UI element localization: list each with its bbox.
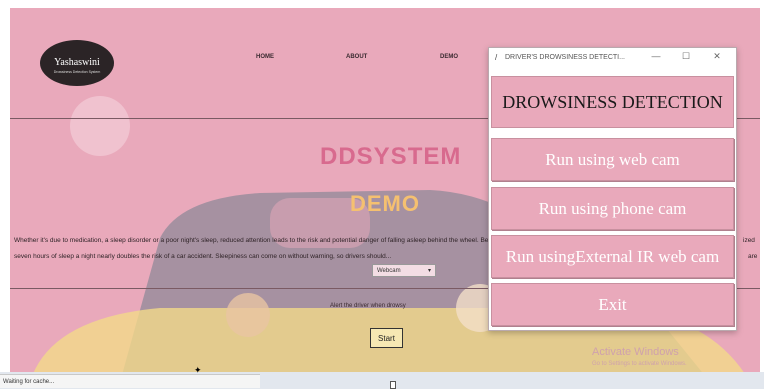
maximize-button[interactable]: ☐ (679, 51, 693, 62)
instruction-text: Alert the driver when drowsy (330, 303, 406, 309)
start-button[interactable]: Start (370, 328, 403, 348)
run-ir-web-cam-button[interactable]: Run usingExternal IR web cam (491, 235, 734, 278)
run-phone-cam-button[interactable]: Run using phone cam (491, 187, 734, 230)
nav-home[interactable]: HOME (256, 54, 274, 60)
run-web-cam-button[interactable]: Run using web cam (491, 138, 734, 181)
camera-select[interactable]: Webcam ▾ (372, 264, 436, 277)
car-wheel-left (226, 293, 270, 337)
logo-tagline: Drowsiness Detection System (53, 70, 101, 74)
minimize-button[interactable]: — (649, 51, 663, 61)
activate-windows-subtitle: Go to Settings to activate Windows. (592, 361, 687, 367)
bg-circle (70, 96, 130, 156)
browser-status-bar: Waiting for cache... (0, 374, 260, 388)
mouse-cursor-icon: ✦ (194, 365, 202, 375)
paragraph-tail-2: are (748, 253, 758, 260)
close-button[interactable]: ✕ (710, 51, 724, 62)
page-subtitle: DEMO (350, 191, 420, 216)
nav-demo[interactable]: DEMO (440, 54, 458, 60)
logo-name: Yashaswini (54, 57, 100, 68)
camera-select-value: Webcam (377, 268, 401, 274)
window-titlebar[interactable]: / DRIVER'S DROWSINESS DETECTI... — ☐ ✕ (489, 48, 736, 68)
activate-windows-title: Activate Windows (592, 346, 679, 358)
site-logo[interactable]: Yashaswini Drowsiness Detection System (40, 40, 114, 86)
page-title: DDSYSTEM (320, 143, 462, 170)
paragraph-tail-1: ized (743, 237, 755, 244)
taskbar-item[interactable] (390, 381, 396, 389)
chevron-down-icon: ▾ (427, 268, 431, 274)
feather-icon: / (495, 53, 498, 62)
window-title: DRIVER'S DROWSINESS DETECTI... (505, 54, 625, 61)
exit-button[interactable]: Exit (491, 283, 734, 326)
app-heading: DROWSINESS DETECTION (491, 76, 734, 128)
nav-about[interactable]: ABOUT (346, 54, 367, 60)
app-window: / DRIVER'S DROWSINESS DETECTI... — ☐ ✕ D… (488, 47, 737, 331)
